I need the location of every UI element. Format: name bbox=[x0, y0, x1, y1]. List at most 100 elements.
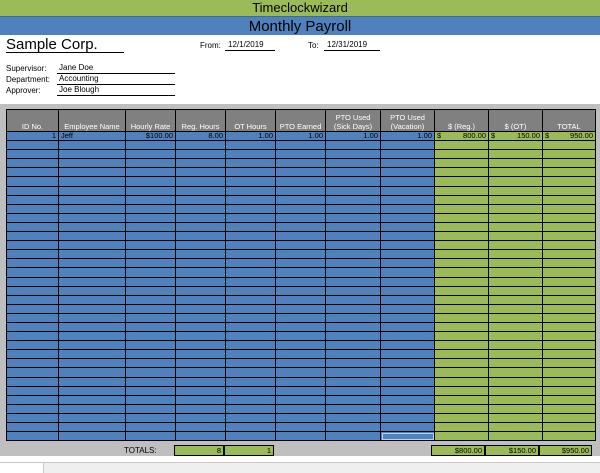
table-cell[interactable] bbox=[488, 285, 543, 296]
table-cell[interactable]: $800.00 bbox=[434, 130, 489, 142]
column-header[interactable]: TOTAL bbox=[542, 109, 596, 132]
table-cell[interactable] bbox=[275, 358, 326, 369]
table-cell[interactable] bbox=[58, 267, 126, 278]
table-cell[interactable] bbox=[125, 249, 176, 260]
table-cell[interactable] bbox=[380, 294, 435, 305]
table-cell[interactable] bbox=[325, 385, 381, 396]
table-cell[interactable] bbox=[275, 194, 326, 205]
table-cell[interactable] bbox=[488, 276, 543, 287]
table-cell[interactable] bbox=[225, 403, 276, 414]
table-cell[interactable] bbox=[6, 358, 59, 369]
table-cell[interactable] bbox=[325, 203, 381, 214]
column-header[interactable]: Employee Name bbox=[58, 109, 126, 132]
table-cell[interactable] bbox=[542, 376, 596, 387]
table-cell[interactable] bbox=[488, 321, 543, 333]
table-cell[interactable] bbox=[325, 403, 381, 414]
table-cell[interactable] bbox=[225, 140, 276, 151]
table-cell[interactable] bbox=[6, 421, 59, 433]
table-cell[interactable] bbox=[542, 203, 596, 214]
table-cell[interactable] bbox=[6, 194, 59, 205]
table-cell[interactable] bbox=[58, 176, 126, 187]
table-cell[interactable] bbox=[58, 221, 126, 233]
table-cell[interactable] bbox=[275, 267, 326, 278]
table-cell[interactable] bbox=[542, 358, 596, 369]
table-cell[interactable] bbox=[58, 149, 126, 160]
table-cell[interactable] bbox=[488, 358, 543, 369]
table-cell[interactable] bbox=[6, 149, 59, 160]
table-cell[interactable] bbox=[434, 403, 489, 414]
table-cell[interactable] bbox=[225, 185, 276, 196]
table-cell[interactable] bbox=[125, 203, 176, 214]
table-cell[interactable] bbox=[380, 258, 435, 269]
table-cell[interactable] bbox=[58, 349, 126, 360]
table-cell[interactable] bbox=[175, 149, 226, 160]
table-cell[interactable] bbox=[6, 276, 59, 287]
table-cell[interactable] bbox=[58, 185, 126, 196]
table-cell[interactable] bbox=[175, 194, 226, 205]
table-cell[interactable] bbox=[542, 349, 596, 360]
table-cell[interactable] bbox=[542, 258, 596, 269]
table-cell[interactable] bbox=[175, 385, 226, 396]
table-cell[interactable] bbox=[58, 158, 126, 169]
table-cell[interactable] bbox=[6, 340, 59, 351]
table-cell[interactable] bbox=[434, 331, 489, 342]
table-cell[interactable] bbox=[380, 394, 435, 405]
table-cell[interactable] bbox=[434, 294, 489, 305]
total-ot-pay[interactable]: $150.00 bbox=[485, 445, 539, 456]
table-cell[interactable] bbox=[175, 412, 226, 424]
table-cell[interactable] bbox=[434, 185, 489, 196]
approver-field[interactable]: Joe Blough bbox=[57, 85, 175, 96]
table-cell[interactable] bbox=[488, 158, 543, 169]
table-cell[interactable] bbox=[225, 276, 276, 287]
table-cell[interactable] bbox=[6, 231, 59, 242]
table-cell[interactable] bbox=[275, 221, 326, 233]
table-cell[interactable] bbox=[434, 431, 489, 442]
table-cell[interactable] bbox=[6, 203, 59, 214]
table-cell[interactable] bbox=[125, 240, 176, 251]
table-cell[interactable] bbox=[380, 376, 435, 387]
table-cell[interactable] bbox=[125, 367, 176, 378]
table-cell[interactable] bbox=[58, 431, 126, 442]
table-cell[interactable] bbox=[542, 285, 596, 296]
table-cell[interactable] bbox=[175, 167, 226, 178]
table-cell[interactable] bbox=[6, 394, 59, 405]
table-cell[interactable] bbox=[542, 140, 596, 151]
table-cell[interactable] bbox=[58, 167, 126, 178]
table-cell[interactable] bbox=[325, 167, 381, 178]
table-cell[interactable] bbox=[380, 167, 435, 178]
table-cell[interactable] bbox=[6, 376, 59, 387]
table-cell[interactable] bbox=[6, 331, 59, 342]
table-cell[interactable] bbox=[225, 331, 276, 342]
table-cell[interactable] bbox=[488, 258, 543, 269]
table-cell[interactable] bbox=[275, 312, 326, 323]
table-cell[interactable] bbox=[125, 331, 176, 342]
table-cell[interactable] bbox=[488, 431, 543, 442]
table-cell[interactable] bbox=[125, 385, 176, 396]
table-cell[interactable] bbox=[380, 249, 435, 260]
table-cell[interactable] bbox=[58, 194, 126, 205]
table-cell[interactable] bbox=[225, 303, 276, 314]
table-cell[interactable] bbox=[434, 158, 489, 169]
table-cell[interactable] bbox=[125, 303, 176, 314]
table-cell[interactable] bbox=[225, 321, 276, 333]
table-cell[interactable] bbox=[225, 340, 276, 351]
table-cell[interactable] bbox=[488, 394, 543, 405]
table-cell[interactable] bbox=[542, 394, 596, 405]
table-cell[interactable] bbox=[542, 167, 596, 178]
table-cell[interactable] bbox=[325, 158, 381, 169]
table-cell[interactable] bbox=[434, 376, 489, 387]
table-cell[interactable] bbox=[488, 412, 543, 424]
table-cell[interactable] bbox=[434, 240, 489, 251]
from-date-field[interactable]: 12/1/2019 bbox=[225, 40, 275, 51]
table-cell[interactable] bbox=[58, 421, 126, 433]
table-cell[interactable] bbox=[175, 285, 226, 296]
table-cell[interactable] bbox=[6, 312, 59, 323]
table-cell[interactable] bbox=[542, 303, 596, 314]
table-cell[interactable] bbox=[488, 340, 543, 351]
table-cell[interactable] bbox=[275, 203, 326, 214]
table-cell[interactable] bbox=[325, 176, 381, 187]
table-cell[interactable] bbox=[434, 167, 489, 178]
table-cell[interactable] bbox=[175, 249, 226, 260]
table-cell[interactable] bbox=[225, 221, 276, 233]
table-cell[interactable] bbox=[488, 385, 543, 396]
